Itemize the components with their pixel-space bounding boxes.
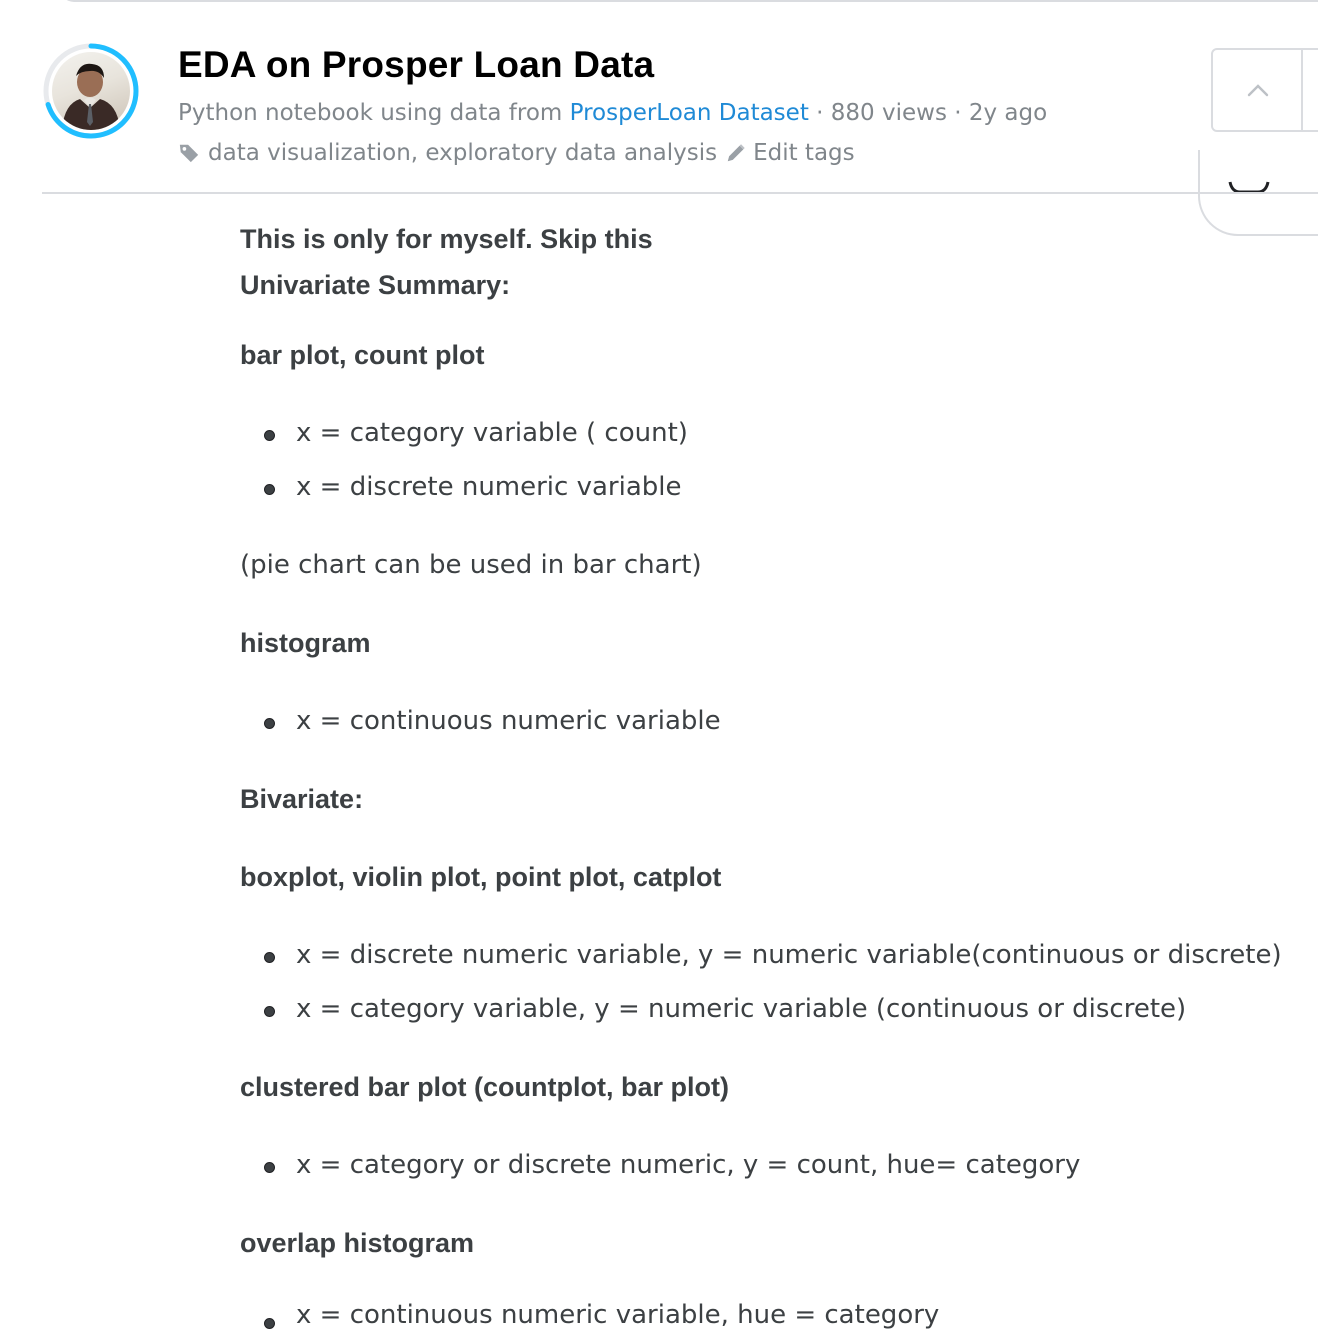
notebook-age: · 2y ago bbox=[954, 100, 1048, 126]
bullet-marker bbox=[264, 484, 275, 495]
action-icon bbox=[1228, 181, 1270, 194]
bar-plot-heading: bar plot, count plot bbox=[240, 340, 485, 370]
dataset-link[interactable]: ProsperLoan Dataset bbox=[570, 100, 809, 126]
edit-tags-link[interactable]: Edit tags bbox=[753, 140, 855, 166]
subtitle-prefix: Python notebook using data from bbox=[178, 100, 563, 126]
histogram-heading: histogram bbox=[240, 628, 371, 658]
tag-row: data visualization, exploratory data ana… bbox=[178, 140, 855, 166]
list-item: x = continuous numeric variable, hue = c… bbox=[296, 1300, 940, 1330]
pie-note: (pie chart can be used in bar chart) bbox=[240, 550, 702, 580]
bullet-marker bbox=[264, 1006, 275, 1017]
tag-icon bbox=[179, 144, 199, 163]
bullet-marker bbox=[264, 430, 275, 441]
bivariate-heading: Bivariate: bbox=[240, 784, 364, 814]
notebook-meta: Python notebook using data from ProsperL… bbox=[178, 100, 1047, 126]
vote-divider bbox=[1301, 50, 1303, 130]
upvote-button[interactable] bbox=[1211, 48, 1318, 132]
list-item: x = discrete numeric variable bbox=[296, 472, 682, 502]
bullet-marker bbox=[264, 952, 275, 963]
list-item: x = discrete numeric variable, y = numer… bbox=[296, 940, 1282, 970]
view-count: · 880 views bbox=[816, 100, 947, 126]
tag-list[interactable]: data visualization, exploratory data ana… bbox=[208, 140, 717, 166]
header-divider bbox=[42, 192, 1318, 194]
bullet-marker bbox=[264, 718, 275, 729]
avatar[interactable] bbox=[52, 52, 130, 130]
page-title: EDA on Prosper Loan Data bbox=[178, 44, 655, 85]
user-portrait-icon bbox=[62, 63, 120, 130]
bullet-marker bbox=[264, 1162, 275, 1173]
boxplot-heading: boxplot, violin plot, point plot, catplo… bbox=[240, 862, 722, 892]
list-item: x = continuous numeric variable bbox=[296, 706, 721, 736]
list-item: x = category variable ( count) bbox=[296, 418, 688, 448]
clustered-bar-heading: clustered bar plot (countplot, bar plot) bbox=[240, 1072, 729, 1102]
univariate-heading: Univariate Summary: bbox=[240, 270, 511, 300]
overlap-histogram-heading: overlap histogram bbox=[240, 1228, 475, 1258]
list-item: x = category variable, y = numeric varia… bbox=[296, 994, 1187, 1024]
notebook-header: EDA on Prosper Loan Data Python notebook… bbox=[0, 0, 1318, 236]
chevron-up-icon bbox=[1247, 84, 1269, 97]
pencil-icon[interactable] bbox=[725, 142, 747, 164]
list-item: x = category or discrete numeric, y = co… bbox=[296, 1150, 1081, 1180]
intro-note: This is only for myself. Skip this bbox=[240, 224, 653, 254]
